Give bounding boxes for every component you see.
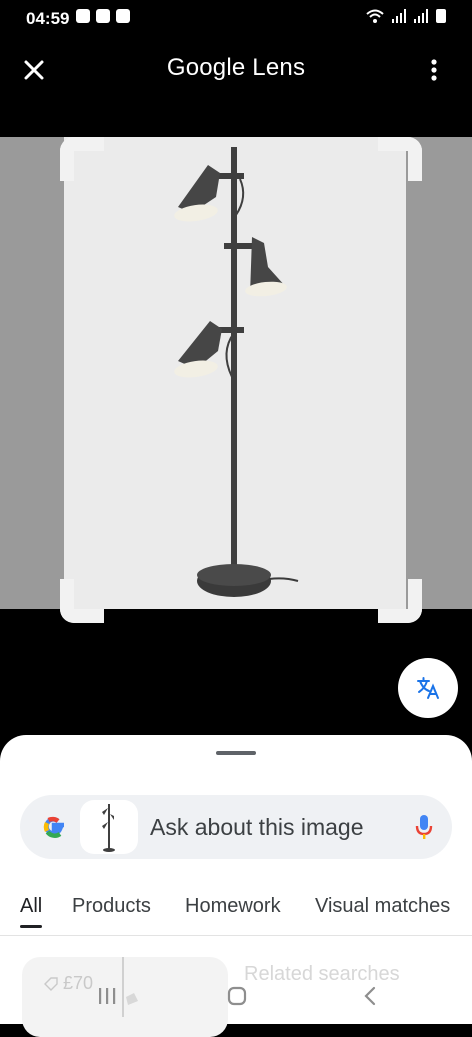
status-time: 04:59	[26, 9, 70, 28]
crop-corner-top-left[interactable]	[60, 137, 104, 181]
tab-products[interactable]: Products	[72, 895, 151, 918]
ask-prompt-text: Ask about this image	[150, 814, 364, 840]
app-title: Google Lens	[166, 54, 306, 81]
more-vert-icon[interactable]	[420, 56, 448, 84]
floor-lamp-image	[174, 147, 299, 597]
query-thumbnail[interactable]	[80, 800, 138, 854]
snapchat-icon	[76, 9, 90, 23]
system-icons	[366, 9, 446, 23]
status-bar: 04:59	[0, 0, 472, 38]
home-icon[interactable]	[222, 982, 252, 1010]
battery-icon	[436, 9, 446, 23]
drag-handle[interactable]	[216, 751, 256, 755]
app-header: Google Lens	[0, 38, 472, 102]
crop-corner-top-right[interactable]	[378, 137, 422, 181]
system-nav-bar	[0, 968, 472, 1024]
tabs-divider	[0, 935, 472, 936]
crop-corner-bottom-right[interactable]	[378, 579, 422, 623]
google-logo-icon	[43, 816, 64, 838]
ask-search-bar[interactable]: Ask about this image	[20, 795, 452, 859]
wifi-icon	[366, 9, 384, 23]
image-area[interactable]	[0, 137, 472, 623]
product-photo	[64, 137, 406, 609]
translate-button[interactable]	[398, 658, 458, 718]
tab-homework[interactable]: Homework	[185, 895, 281, 918]
signal-icon	[392, 9, 406, 23]
back-icon[interactable]	[356, 982, 386, 1010]
bell-icon	[96, 9, 110, 23]
notification-icons	[76, 9, 130, 23]
recents-icon[interactable]	[92, 982, 122, 1010]
crop-corner-bottom-left[interactable]	[60, 579, 104, 623]
active-tab-indicator	[20, 925, 42, 928]
gallery-icon	[116, 9, 130, 23]
signal-icon-2	[414, 9, 428, 23]
results-tabs: All Products Homework Visual matches	[0, 895, 472, 935]
mic-icon[interactable]	[414, 813, 434, 841]
translate-icon	[417, 677, 439, 699]
tab-all[interactable]: All	[20, 895, 42, 918]
tab-visual-matches[interactable]: Visual matches	[315, 895, 450, 918]
